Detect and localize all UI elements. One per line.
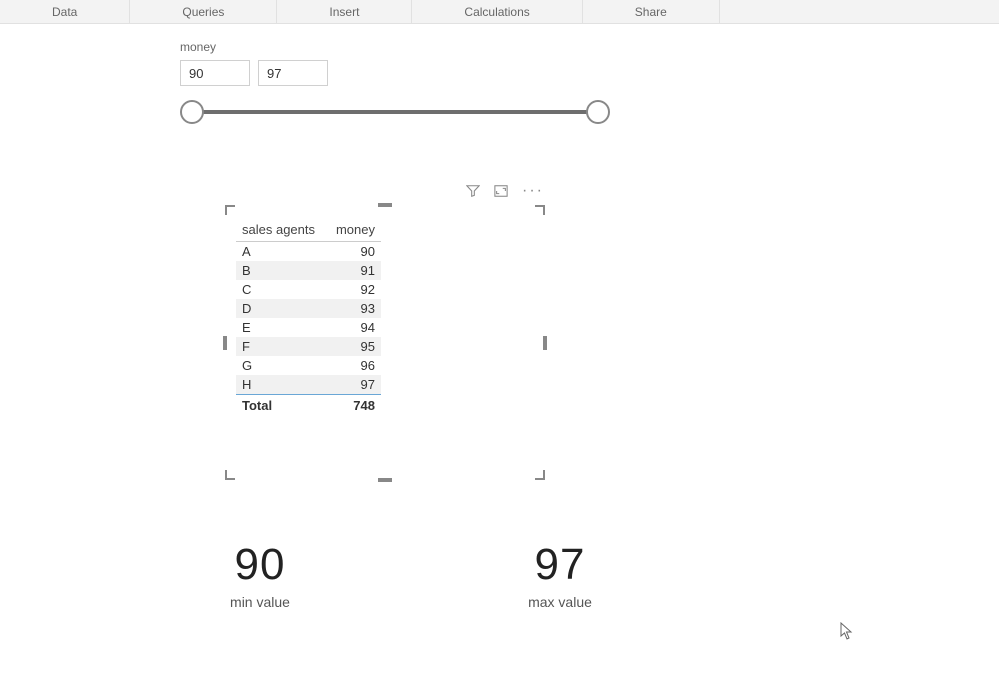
more-options-icon[interactable]: ··· [522, 184, 544, 198]
table-row[interactable]: H 97 [236, 375, 381, 395]
col-header-money[interactable]: money [327, 218, 381, 242]
cell-agent: C [236, 280, 327, 299]
ribbon-tab-calculations[interactable]: Calculations [412, 0, 582, 23]
cell-agent: F [236, 337, 327, 356]
resize-handle[interactable] [535, 470, 545, 480]
slicer-min-input[interactable] [180, 60, 250, 86]
cell-agent: A [236, 242, 327, 262]
total-label: Total [236, 395, 327, 416]
table-row[interactable]: A 90 [236, 242, 381, 262]
ribbon: Data Queries Insert Calculations Share [0, 0, 999, 24]
ribbon-tab-insert[interactable]: Insert [277, 0, 412, 23]
visual-header: ··· [466, 184, 544, 198]
resize-handle[interactable] [378, 203, 392, 207]
total-value: 748 [327, 395, 381, 416]
resize-handle[interactable] [535, 205, 545, 215]
kpi-max-value: 97 [480, 540, 640, 590]
cell-agent: D [236, 299, 327, 318]
slicer-max-input[interactable] [258, 60, 328, 86]
cell-money: 92 [327, 280, 381, 299]
resize-handle[interactable] [378, 478, 392, 482]
kpi-row: 90 min value 97 max value [180, 540, 640, 610]
cell-money: 97 [327, 375, 381, 395]
data-table: sales agents money A 90 B 91 C 92 D 93 E [236, 218, 381, 415]
cursor-icon [840, 622, 854, 640]
table-row[interactable]: B 91 [236, 261, 381, 280]
table-row[interactable]: G 96 [236, 356, 381, 375]
slicer-title: money [180, 40, 610, 54]
kpi-min-value: 90 [180, 540, 340, 590]
resize-handle[interactable] [225, 205, 235, 215]
table-row[interactable]: C 92 [236, 280, 381, 299]
kpi-min[interactable]: 90 min value [180, 540, 340, 610]
cell-money: 96 [327, 356, 381, 375]
cell-money: 90 [327, 242, 381, 262]
cell-money: 93 [327, 299, 381, 318]
cell-agent: E [236, 318, 327, 337]
table-total-row: Total 748 [236, 395, 381, 416]
slicer-handle-max[interactable] [586, 100, 610, 124]
ribbon-tab-queries[interactable]: Queries [130, 0, 277, 23]
table-row[interactable]: D 93 [236, 299, 381, 318]
ribbon-tab-share[interactable]: Share [583, 0, 720, 23]
cell-agent: B [236, 261, 327, 280]
resize-handle[interactable] [225, 470, 235, 480]
cell-money: 95 [327, 337, 381, 356]
cell-money: 94 [327, 318, 381, 337]
resize-handle[interactable] [543, 336, 547, 350]
table-row[interactable]: F 95 [236, 337, 381, 356]
table-row[interactable]: E 94 [236, 318, 381, 337]
cell-agent: G [236, 356, 327, 375]
slicer-range[interactable] [180, 100, 610, 124]
cell-money: 91 [327, 261, 381, 280]
slicer-handle-min[interactable] [180, 100, 204, 124]
filter-icon[interactable] [466, 184, 480, 198]
col-header-agents[interactable]: sales agents [236, 218, 327, 242]
resize-handle[interactable] [223, 336, 227, 350]
ribbon-tab-data[interactable]: Data [0, 0, 130, 23]
kpi-min-label: min value [180, 594, 340, 610]
slicer-money: money [180, 40, 610, 124]
cell-agent: H [236, 375, 327, 395]
focus-mode-icon[interactable] [494, 184, 508, 198]
table-visual[interactable]: ··· sales agents money A 90 B 91 C 92 [225, 205, 545, 480]
kpi-max[interactable]: 97 max value [480, 540, 640, 610]
kpi-max-label: max value [480, 594, 640, 610]
